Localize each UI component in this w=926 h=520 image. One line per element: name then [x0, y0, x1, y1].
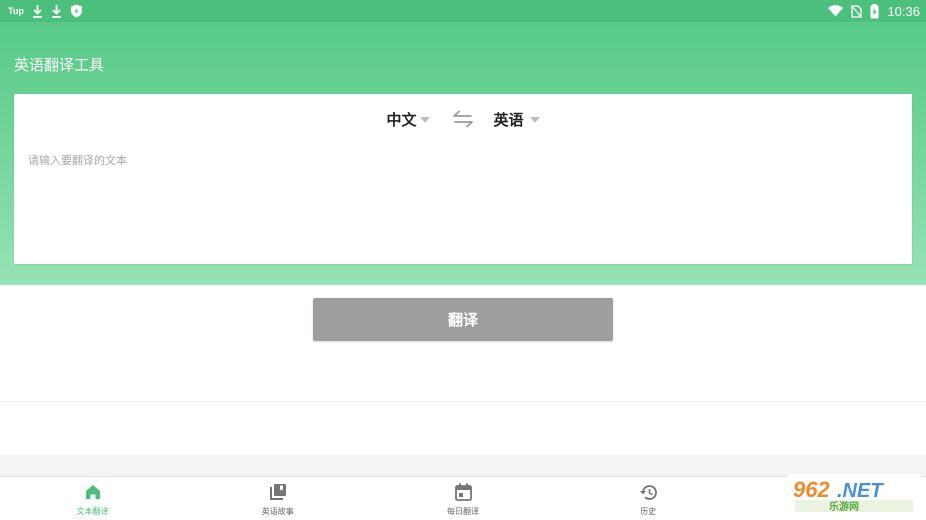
target-language-dropdown[interactable]: 英语	[494, 109, 540, 130]
shield-icon	[70, 4, 82, 18]
language-selector-row: 中文 英语	[14, 104, 912, 134]
calendar-icon	[454, 483, 472, 501]
translation-card: 中文 英语	[14, 94, 912, 264]
home-icon	[84, 483, 102, 501]
nav-label: 历史	[640, 507, 657, 516]
nav-label: 英语故事	[261, 507, 294, 516]
source-language-label: 中文	[386, 110, 417, 129]
carrier-label: Tup	[8, 6, 24, 16]
nav-item-daily-translation[interactable]: 每日翻译	[370, 477, 555, 520]
source-text-input[interactable]	[28, 152, 898, 252]
target-language-label: 英语	[493, 110, 524, 129]
library-icon	[269, 483, 287, 501]
svg-text:962: 962	[793, 477, 830, 502]
no-sim-icon	[851, 4, 863, 18]
battery-charging-icon	[870, 3, 879, 18]
svg-text:乐游网: 乐游网	[829, 500, 859, 513]
nav-label: 每日翻译	[447, 507, 479, 516]
chevron-down-icon	[419, 117, 430, 123]
app-title: 英语翻译工具	[14, 56, 105, 74]
download-icon	[32, 4, 42, 18]
wifi-icon	[828, 5, 844, 17]
status-bar: Tup 10:36	[0, 0, 926, 22]
source-language-dropdown[interactable]: 中文	[386, 109, 430, 130]
watermark-logo: 962 .NET 乐游网	[787, 474, 921, 514]
content-spacer	[0, 455, 926, 476]
swap-icon	[452, 110, 473, 128]
translate-button[interactable]: 翻译	[313, 298, 613, 341]
divider	[0, 401, 926, 402]
download-icon	[51, 4, 61, 18]
clock: 10:36	[887, 3, 920, 19]
swap-languages-button[interactable]	[452, 110, 474, 128]
nav-item-english-stories[interactable]: 英语故事	[185, 477, 370, 520]
nav-label: 文本翻译	[76, 507, 109, 516]
svg-text:.NET: .NET	[837, 480, 884, 502]
history-icon	[639, 483, 658, 501]
chevron-down-icon	[529, 117, 540, 123]
nav-item-history[interactable]: 历史	[556, 477, 741, 520]
nav-item-text-translate[interactable]: 文本翻译	[0, 477, 185, 520]
